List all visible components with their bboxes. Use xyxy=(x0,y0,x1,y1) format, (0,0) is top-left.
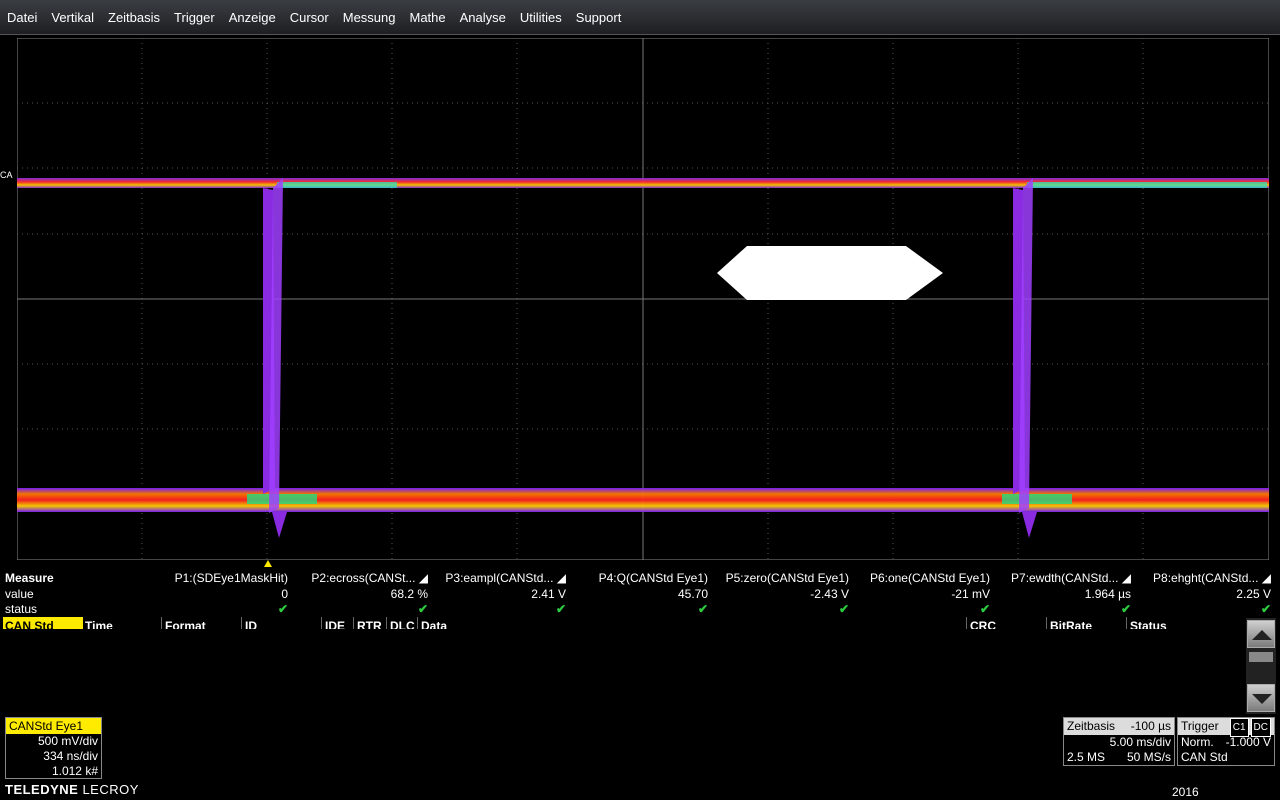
param-p4-name[interactable]: P4:Q(CANStd Eye1) xyxy=(568,571,708,585)
trigger-descriptor-box[interactable]: Trigger C1 DC Norm. -1.000 V CAN Std xyxy=(1177,717,1275,766)
channel-descriptor-box[interactable]: CANStd Eye1 500 mV/div 334 ns/div 1.012 … xyxy=(5,717,102,779)
decode-col-rtr[interactable]: RTR xyxy=(357,617,382,629)
trigger-label: Trigger xyxy=(1181,719,1219,733)
decode-col-format[interactable]: Format xyxy=(165,617,206,629)
measure-row-value: value xyxy=(5,587,34,601)
decode-col-data[interactable]: Data xyxy=(421,617,447,629)
param-p7-status-icon: ✔ xyxy=(1120,602,1131,616)
menu-cursor[interactable]: Cursor xyxy=(283,10,336,25)
decode-col-crc[interactable]: CRC xyxy=(970,617,996,629)
menu-bar: Datei Vertikal Zeitbasis Trigger Anzeige… xyxy=(0,0,1280,35)
center-axes xyxy=(17,38,1269,560)
param-p4-status-icon: ✔ xyxy=(697,602,708,616)
menu-mathe[interactable]: Mathe xyxy=(402,10,452,25)
measure-title: Measure xyxy=(5,571,54,585)
channel-time-per-div: 334 ns/div xyxy=(43,749,98,763)
timebase-sample-rate: 50 MS/s xyxy=(1126,750,1171,764)
param-p2-value: 68.2 % xyxy=(390,587,428,601)
decode-table-scrollbar[interactable] xyxy=(1246,618,1276,714)
menu-utilities[interactable]: Utilities xyxy=(513,10,569,25)
param-p2-name[interactable]: P2:ecross(CANSt... ◢ xyxy=(288,571,428,585)
eye-diagram-display[interactable] xyxy=(17,38,1269,560)
menu-vertikal[interactable]: Vertikal xyxy=(44,10,101,25)
timebase-points: 2.5 MS xyxy=(1067,750,1106,764)
eye-mask[interactable] xyxy=(717,246,943,300)
trigger-type: CAN Std xyxy=(1181,750,1228,764)
channel-volts-per-div: 500 mV/div xyxy=(37,734,98,748)
scroll-thumb[interactable] xyxy=(1249,652,1273,662)
trigger-mode: Norm. xyxy=(1181,735,1214,749)
param-p4-value: 45.70 xyxy=(677,587,708,601)
menu-analyse[interactable]: Analyse xyxy=(453,10,513,25)
trigger-position-marker[interactable] xyxy=(264,560,272,567)
decode-col-ide[interactable]: IDE xyxy=(325,617,345,629)
param-p8-status-icon: ✔ xyxy=(1260,602,1271,616)
param-p5-value: -2.43 V xyxy=(810,587,849,601)
decode-col-dlc[interactable]: DLC xyxy=(390,617,415,629)
param-p5-name[interactable]: P5:zero(CANStd Eye1) xyxy=(709,571,849,585)
menu-support[interactable]: Support xyxy=(569,10,629,25)
param-p3-value: 2.41 V xyxy=(531,587,566,601)
decode-table-header: CAN Std Time Format ID IDE RTR DLC Data … xyxy=(3,617,1246,629)
decode-col-id[interactable]: ID xyxy=(245,617,257,629)
channel-descriptor-title: CANStd Eye1 xyxy=(6,718,101,734)
scroll-down-button[interactable] xyxy=(1247,684,1275,712)
timebase-label: Zeitbasis xyxy=(1067,719,1116,733)
param-p3-name[interactable]: P3:eampl(CANStd... ◢ xyxy=(426,571,566,585)
menu-anzeige[interactable]: Anzeige xyxy=(222,10,283,25)
menu-trigger[interactable]: Trigger xyxy=(167,10,222,25)
param-p7-value: 1.964 µs xyxy=(1084,587,1131,601)
arrow-down-icon xyxy=(1252,694,1272,704)
param-p6-status-icon: ✔ xyxy=(979,602,990,616)
decode-col-status[interactable]: Status xyxy=(1130,617,1167,629)
param-p8-value: 2.25 V xyxy=(1236,587,1271,601)
timebase-time-per-div: 5.00 ms/div xyxy=(1109,735,1171,749)
param-p2-status-icon: ✔ xyxy=(417,602,428,616)
brand-light: LECROY xyxy=(78,782,139,797)
decode-col-time[interactable]: Time xyxy=(85,617,113,629)
channel-acquisition-count: 1.012 k# xyxy=(51,764,98,778)
param-p6-name[interactable]: P6:one(CANStd Eye1) xyxy=(850,571,990,585)
menu-datei[interactable]: Datei xyxy=(0,10,44,25)
decode-col-bitrate[interactable]: BitRate xyxy=(1050,617,1092,629)
scroll-up-button[interactable] xyxy=(1247,620,1275,648)
arrow-up-icon xyxy=(1252,630,1272,640)
brand-bold: TELEDYNE xyxy=(5,782,79,797)
year-label: 2016 xyxy=(1172,785,1199,799)
menu-zeitbasis[interactable]: Zeitbasis xyxy=(101,10,167,25)
trigger-level: -1.000 V xyxy=(1225,735,1271,749)
param-p5-status-icon: ✔ xyxy=(838,602,849,616)
channel-level-marker[interactable]: CA xyxy=(0,170,13,180)
measure-panel: Measure P1:(SDEye1MaskHit) P2:ecross(CAN… xyxy=(0,571,1280,617)
param-p1-status-icon: ✔ xyxy=(277,602,288,616)
measure-row-status: status xyxy=(5,602,38,616)
brand-logo: TELEDYNE LECROY xyxy=(5,782,139,797)
param-p6-value: -21 mV xyxy=(951,587,990,601)
param-p8-name[interactable]: P8:ehght(CANStd... ◢ xyxy=(1131,571,1271,585)
decode-table-body[interactable] xyxy=(3,629,1246,714)
param-p3-status-icon: ✔ xyxy=(555,602,566,616)
timebase-delay: -100 µs xyxy=(1130,719,1171,733)
timebase-descriptor-box[interactable]: Zeitbasis -100 µs 5.00 ms/div 2.5 MS 50 MS… xyxy=(1063,717,1175,766)
param-p1-value: 0 xyxy=(281,587,288,601)
param-p1-name[interactable]: P1:(SDEye1MaskHit) xyxy=(148,571,288,585)
param-p7-name[interactable]: P7:ewdth(CANStd... ◢ xyxy=(991,571,1131,585)
decode-col-can-std[interactable]: CAN Std xyxy=(3,617,83,629)
menu-messung[interactable]: Messung xyxy=(336,10,403,25)
